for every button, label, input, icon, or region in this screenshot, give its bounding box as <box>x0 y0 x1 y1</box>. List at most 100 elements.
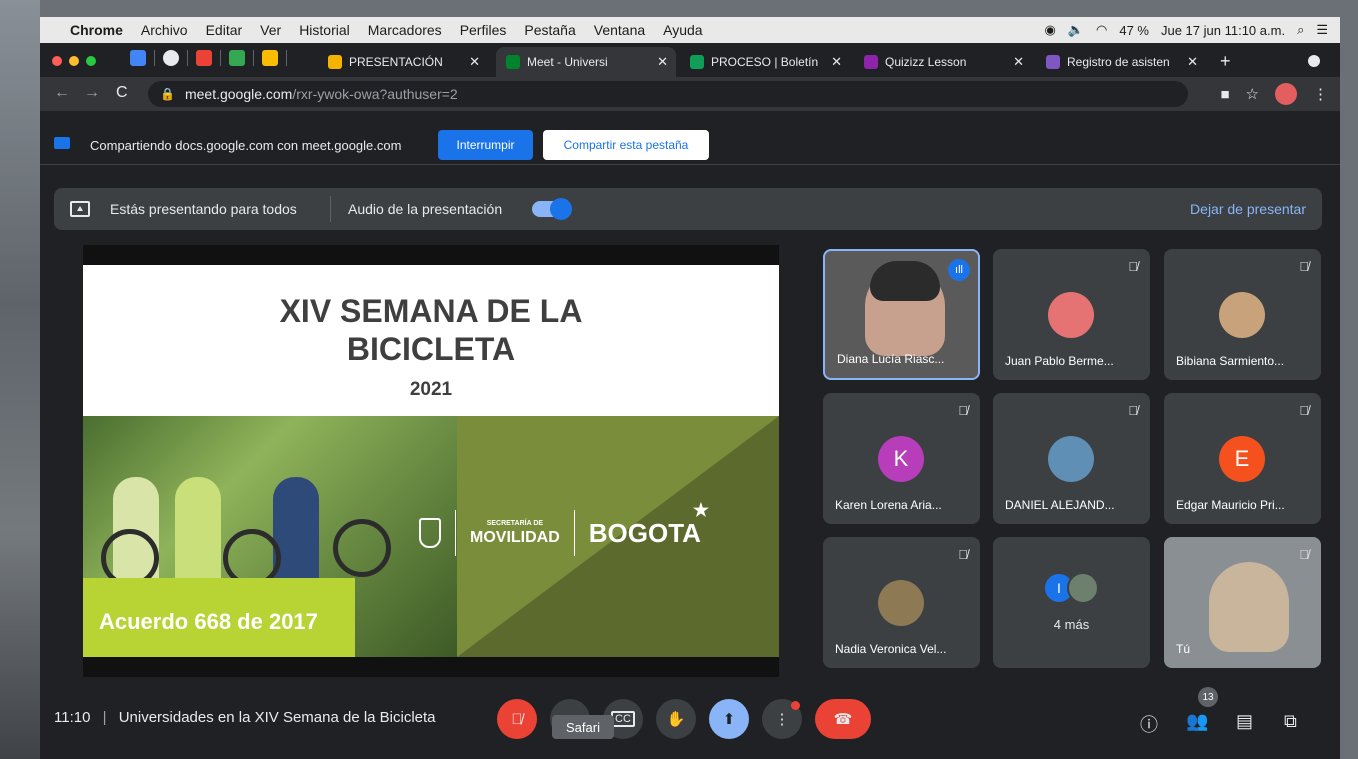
battery-label[interactable]: 47 % <box>1119 23 1149 38</box>
participant-tile[interactable]: 🎙̸ Juan Pablo Berme... <box>993 249 1150 380</box>
tab-meet[interactable]: Meet - Universi ✕ <box>496 47 676 77</box>
people-icon[interactable]: 👥 <box>1186 711 1208 732</box>
keep-tab-icon[interactable] <box>262 50 278 66</box>
menu-editar[interactable]: Editar <box>206 22 243 38</box>
slide-year: 2021 <box>409 379 453 400</box>
notification-dot <box>791 701 800 710</box>
sharing-text: Compartiendo docs.google.com con meet.go… <box>90 138 402 153</box>
desktop-background <box>0 0 40 759</box>
avatar <box>1067 572 1099 604</box>
avatar <box>878 580 924 626</box>
acuerdo-text: Acuerdo 668 de 2017 <box>99 609 318 634</box>
new-tab-icon[interactable]: + <box>1220 51 1231 72</box>
participant-tile[interactable]: 🎙̸ DANIEL ALEJAND... <box>993 393 1150 524</box>
close-tab-icon[interactable]: ✕ <box>831 54 842 70</box>
mic-off-icon: 🎙̸ <box>511 710 523 728</box>
profile-avatar[interactable] <box>1275 83 1297 105</box>
quizizz-icon <box>864 55 878 69</box>
tab-search-icon[interactable] <box>1308 55 1320 67</box>
tab-quizizz[interactable]: Quizizz Lesson ✕ <box>854 47 1032 77</box>
drive-tab-icon[interactable] <box>229 50 245 66</box>
avatar: K <box>878 436 924 482</box>
escudo-icon <box>419 518 441 548</box>
raise-hand-button[interactable]: ✋ <box>656 699 696 739</box>
tab-strip: PRESENTACIÓN ✕ Meet - Universi ✕ PROCESO… <box>40 43 1340 77</box>
wifi-icon[interactable]: ◠ <box>1096 22 1107 38</box>
stop-sharing-button[interactable]: Interrumpir <box>438 130 533 160</box>
participant-count-badge: 13 <box>1198 687 1218 707</box>
lock-icon[interactable]: 🔒 <box>160 87 175 101</box>
participant-name: Tú <box>1176 642 1191 656</box>
self-tile[interactable]: 🎙̸ Tú <box>1164 537 1321 668</box>
mic-off-icon: 🎙̸ <box>958 547 968 562</box>
forward-icon[interactable]: → <box>84 84 100 102</box>
reload-icon[interactable]: C <box>116 84 128 102</box>
kebab-menu-icon[interactable]: ⋮ <box>1313 85 1328 103</box>
participant-tile[interactable]: ıll Diana Lucía Riasc... <box>823 249 980 380</box>
chat-icon[interactable]: ▤ <box>1236 711 1253 732</box>
menu-app-name[interactable]: Chrome <box>70 22 123 38</box>
participant-tile[interactable]: 🎙̸ E Edgar Mauricio Pri... <box>1164 393 1321 524</box>
gmail-tab-icon[interactable] <box>196 50 212 66</box>
menu-pestana[interactable]: Pestaña <box>524 22 575 38</box>
leave-call-button[interactable]: ☎ <box>815 699 871 739</box>
back-icon[interactable]: ← <box>54 84 70 102</box>
camera-icon[interactable]: ■ <box>1220 86 1229 103</box>
control-bar: 11:10 | Universidades en la XIV Semana d… <box>40 687 1340 759</box>
mic-off-icon: 🎙̸ <box>1128 259 1138 274</box>
extension-icon[interactable]: ◉ <box>1044 22 1055 38</box>
close-window-icon[interactable] <box>52 56 62 66</box>
mic-toggle-button[interactable]: 🎙̸ <box>497 699 537 739</box>
check-tab-icon[interactable] <box>163 50 179 66</box>
menu-perfiles[interactable]: Perfiles <box>460 22 507 38</box>
participant-tile[interactable]: 🎙̸ Bibiana Sarmiento... <box>1164 249 1321 380</box>
close-tab-icon[interactable]: ✕ <box>1013 54 1024 70</box>
avatar: E <box>1219 436 1265 482</box>
more-options-button[interactable]: ⋮ <box>762 699 802 739</box>
mic-off-icon: 🎙̸ <box>958 403 968 418</box>
close-tab-icon[interactable]: ✕ <box>469 54 480 70</box>
close-tab-icon[interactable]: ✕ <box>1187 54 1198 70</box>
logo-row: SECRETARÍA DE MOVILIDAD BOGOTA ★ <box>419 500 709 556</box>
tab-presentacion[interactable]: PRESENTACIÓN ✕ <box>318 47 488 77</box>
self-video <box>1209 562 1289 652</box>
mic-off-icon: 🎙̸ <box>1299 403 1309 418</box>
more-participants-tile[interactable]: I 4 más <box>993 537 1150 668</box>
mac-menubar: Chrome Archivo Editar Ver Historial Marc… <box>40 17 1340 43</box>
url-input[interactable]: 🔒 meet.google.com/rxr-ywok-owa?authuser=… <box>148 81 1188 107</box>
kebab-menu-icon: ⋮ <box>774 711 790 728</box>
stop-presenting-button[interactable]: Dejar de presentar <box>1190 201 1306 217</box>
volume-icon[interactable]: 🔈 <box>1068 22 1084 38</box>
minimize-window-icon[interactable] <box>69 56 79 66</box>
close-tab-icon[interactable]: ✕ <box>657 54 668 70</box>
more-avatars: I <box>1043 572 1099 604</box>
slide-title: XIV SEMANA DE LA BICICLETA <box>279 293 583 367</box>
avatar <box>1048 436 1094 482</box>
menu-ayuda[interactable]: Ayuda <box>663 22 702 38</box>
control-center-icon[interactable]: ☰ <box>1316 22 1328 38</box>
activities-icon[interactable]: ⧉ <box>1284 711 1297 732</box>
participant-tile[interactable]: 🎙̸ K Karen Lorena Aria... <box>823 393 980 524</box>
menu-archivo[interactable]: Archivo <box>141 22 188 38</box>
safari-tooltip: Safari <box>552 715 614 739</box>
tab-registro[interactable]: Registro de asisten ✕ <box>1036 47 1206 77</box>
spotlight-icon[interactable]: ⌕ <box>1297 22 1304 38</box>
presenting-text: Estás presentando para todos <box>110 201 297 217</box>
participant-tile[interactable]: 🎙̸ Nadia Veronica Vel... <box>823 537 980 668</box>
menu-ventana[interactable]: Ventana <box>594 22 645 38</box>
audio-toggle[interactable] <box>532 198 572 220</box>
calendar-tab-icon[interactable] <box>130 50 146 66</box>
bookmark-star-icon[interactable]: ☆ <box>1246 85 1259 103</box>
pinned-tabs <box>130 50 287 66</box>
tab-proceso[interactable]: PROCESO | Boletín ✕ <box>680 47 850 77</box>
menu-ver[interactable]: Ver <box>260 22 281 38</box>
info-icon[interactable]: ⓘ <box>1140 711 1158 737</box>
slide-header: XIV SEMANA DE LA BICICLETA 2021 <box>83 265 779 416</box>
present-button[interactable]: ⬆ <box>709 699 749 739</box>
menu-marcadores[interactable]: Marcadores <box>368 22 442 38</box>
menu-historial[interactable]: Historial <box>299 22 350 38</box>
datetime-label[interactable]: Jue 17 jun 11:10 a.m. <box>1161 23 1285 38</box>
share-this-tab-button[interactable]: Compartir esta pestaña <box>543 130 709 160</box>
zoom-window-icon[interactable] <box>86 56 96 66</box>
participant-name: Juan Pablo Berme... <box>1005 354 1114 368</box>
